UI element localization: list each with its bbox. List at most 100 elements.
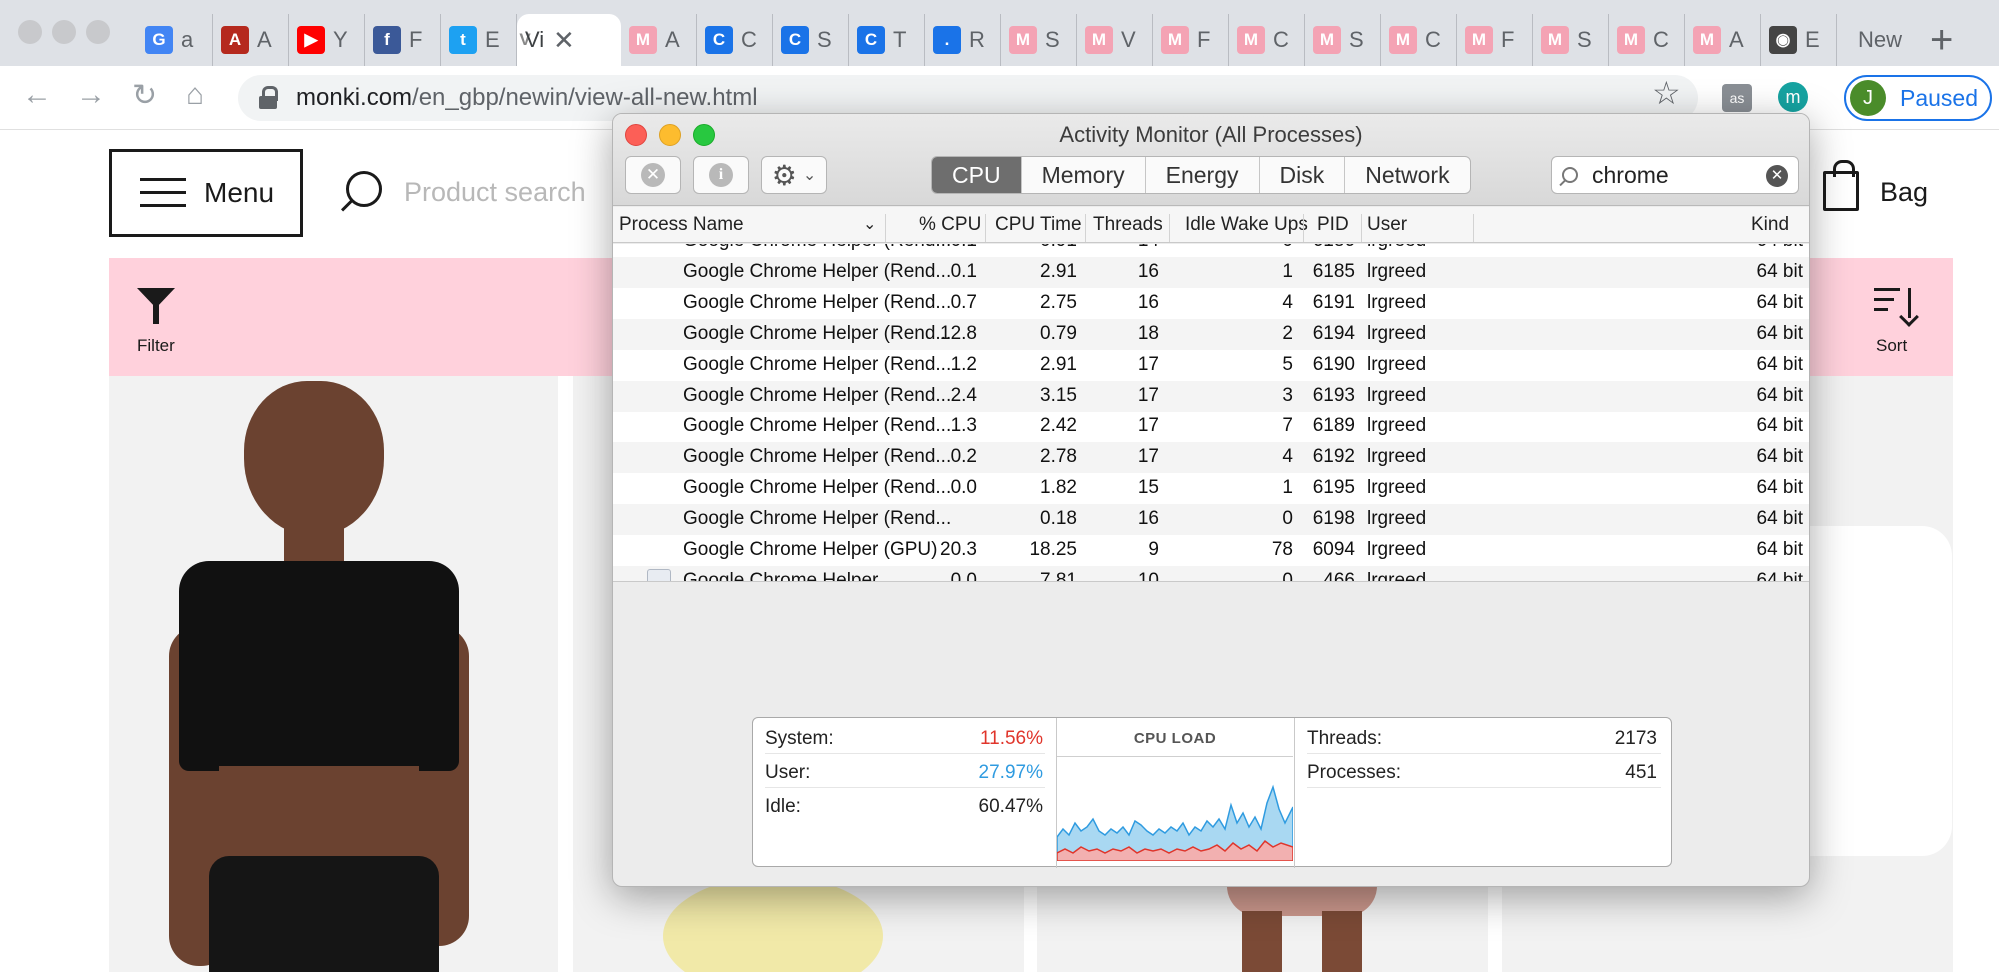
menu-button[interactable]: Menu — [109, 149, 303, 237]
table-row[interactable]: Google Chrome Helper (GPU) 20.3 18.25 9 78 60… — [613, 535, 1809, 566]
table-row[interactable]: Google Chrome Helper (Rend... 1.2 2.91 17 5 6… — [613, 350, 1809, 381]
action-menu-button[interactable]: ⚙ ⌄ — [761, 156, 827, 194]
tab-energy[interactable]: Energy — [1146, 157, 1260, 193]
search-field[interactable]: chrome ✕ — [1551, 156, 1799, 194]
col-threads[interactable]: Threads — [1093, 214, 1163, 236]
bag-icon[interactable] — [1823, 160, 1859, 211]
stop-process-button[interactable]: ✕ — [625, 156, 681, 194]
tab-active[interactable]: V Vi ✕ — [517, 14, 621, 66]
tab-favicon-icon: M — [1541, 26, 1569, 54]
cell-threads: 17 — [1137, 446, 1159, 468]
table-row[interactable]: Google Chrome Helper (Rend... 0.18 16 0 6198… — [613, 504, 1809, 536]
search-value[interactable]: chrome — [1592, 162, 1669, 189]
table-row[interactable]: Google Chrome Helper (Rend...0.10.911406… — [613, 244, 1809, 257]
col-pid[interactable]: PID — [1317, 214, 1349, 236]
browser-tab[interactable]: MS — [1001, 14, 1077, 66]
browser-tab[interactable]: ▶ Y — [289, 14, 365, 66]
col-cpu-time[interactable]: CPU Time — [995, 214, 1082, 236]
filter-icon[interactable] — [137, 288, 175, 324]
browser-tab[interactable]: CS — [773, 14, 849, 66]
menu-label: Menu — [204, 177, 275, 208]
browser-tab[interactable]: AA — [213, 14, 289, 66]
col-user[interactable]: User — [1367, 214, 1407, 236]
browser-tab[interactable]: Ga — [137, 14, 213, 66]
bookmark-star-icon[interactable]: ☆ — [1652, 74, 1681, 112]
col-kind[interactable]: Kind — [1751, 214, 1789, 236]
tab-title: C — [1273, 27, 1289, 52]
forward-arrow-icon[interactable]: → — [76, 78, 106, 112]
cell-user: lrgreed — [1367, 384, 1427, 406]
idle-label: Idle: — [765, 796, 801, 817]
window-minimize-button[interactable] — [52, 20, 76, 44]
browser-tab[interactable]: MC — [1609, 14, 1685, 66]
browser-tab[interactable]: CC — [697, 14, 773, 66]
table-row[interactable]: Google Chrome Helper 0.0 7.81 10 0 466 lrgreed… — [613, 565, 1809, 581]
inspect-button[interactable]: i — [693, 156, 749, 194]
reload-icon[interactable]: ↻ — [132, 78, 157, 113]
cell-cpu: 20.3 — [940, 539, 977, 560]
lastfm-extension-icon[interactable]: as — [1722, 84, 1752, 112]
browser-tab[interactable]: CT — [849, 14, 925, 66]
new-tab-plus-icon[interactable]: + — [1930, 18, 1953, 63]
tab-memory[interactable]: Memory — [1022, 157, 1146, 193]
profile-button[interactable]: J Paused — [1844, 75, 1992, 121]
product-search-input[interactable]: Product search — [404, 177, 586, 208]
browser-tab[interactable]: MA — [621, 14, 697, 66]
cell-kind: 64 bit — [1756, 353, 1803, 375]
col-process-name[interactable]: Process Name — [619, 214, 744, 236]
col-idle-wake-ups[interactable]: Idle Wake Ups — [1185, 214, 1308, 236]
browser-tab[interactable]: MC — [1229, 14, 1305, 66]
table-row[interactable]: Google Chrome Helper (Rend... 0.2 2.78 17 4 6… — [613, 442, 1809, 474]
tab-new[interactable]: New — [1850, 14, 1916, 66]
home-icon[interactable]: ⌂ — [186, 78, 204, 112]
browser-tab[interactable]: ◉ E — [1761, 14, 1837, 66]
tab-title: A — [257, 27, 272, 52]
back-arrow-icon[interactable]: ← — [22, 78, 52, 112]
cell-cpu: 1.3 — [950, 415, 977, 437]
browser-tab[interactable]: MF — [1153, 14, 1229, 66]
cell-pid: 6195 — [1312, 477, 1355, 499]
table-row[interactable]: Google Chrome Helper (Rend... 2.4 3.15 17 3 6… — [613, 380, 1809, 412]
product-image — [109, 376, 558, 972]
cell-time: 18.25 — [1029, 539, 1077, 560]
tab-disk[interactable]: Disk — [1260, 157, 1346, 193]
activity-monitor-window: Activity Monitor (All Processes) ✕ i ⚙ ⌄… — [612, 113, 1810, 887]
cell-user: lrgreed — [1367, 322, 1427, 344]
search-icon[interactable] — [346, 171, 382, 207]
cell-wakeups: 78 — [1271, 539, 1293, 560]
filter-label[interactable]: Filter — [137, 336, 175, 356]
table-row[interactable]: Google Chrome Helper (Rend... 0.7 2.75 16 4 6… — [613, 288, 1809, 319]
tab-network[interactable]: Network — [1345, 157, 1469, 193]
tab-strip: Ga A A ▶ Yf Ft E V Vi ✕ M A C C C S C T. R M S M V M F M C M S M C M F M S… — [0, 0, 1999, 66]
browser-tab[interactable]: .R — [925, 14, 1001, 66]
clear-search-icon[interactable]: ✕ — [1766, 165, 1788, 187]
sort-chevron-icon[interactable]: ⌄ — [863, 214, 876, 234]
bag-label[interactable]: Bag — [1880, 177, 1928, 208]
table-row[interactable]: Google Chrome Helper (Rend... 12.8 0.79 18 2… — [613, 318, 1809, 350]
cell-pid: 6186 — [1303, 244, 1355, 252]
table-row[interactable]: Google Chrome Helper (Rend... 0.1 2.91 16 1 6… — [613, 256, 1809, 288]
table-row[interactable]: Google Chrome Helper (Rend... 1.3 2.42 17 7 6… — [613, 411, 1809, 442]
product-card[interactable] — [109, 376, 558, 972]
browser-tab[interactable]: fF — [365, 14, 441, 66]
browser-tab[interactable]: MF — [1457, 14, 1533, 66]
browser-tab[interactable]: tE — [441, 14, 517, 66]
tab-title: S — [1577, 27, 1592, 52]
table-row[interactable]: Google Chrome Helper (Rend... 0.0 1.82 15 1 6… — [613, 473, 1809, 504]
browser-tab[interactable]: MV — [1077, 14, 1153, 66]
window-close-button[interactable] — [18, 20, 42, 44]
sort-label[interactable]: Sort — [1876, 336, 1907, 356]
window-zoom-button[interactable] — [86, 20, 110, 44]
tab-close-icon[interactable]: ✕ — [553, 25, 575, 56]
browser-tab[interactable]: MA — [1685, 14, 1761, 66]
cell-threads: 17 — [1137, 415, 1159, 437]
browser-tab[interactable]: MS — [1305, 14, 1381, 66]
tab-cpu[interactable]: CPU — [932, 157, 1022, 193]
monki-extension-icon[interactable]: m — [1778, 82, 1808, 112]
browser-tab[interactable]: MS — [1533, 14, 1609, 66]
sort-icon[interactable] — [1874, 288, 1918, 322]
browser-tab[interactable]: MC — [1381, 14, 1457, 66]
col-cpu-percent[interactable]: % CPU — [919, 214, 981, 236]
cell-pid: 6094 — [1312, 539, 1355, 560]
tab-favicon-icon: C — [781, 26, 809, 54]
